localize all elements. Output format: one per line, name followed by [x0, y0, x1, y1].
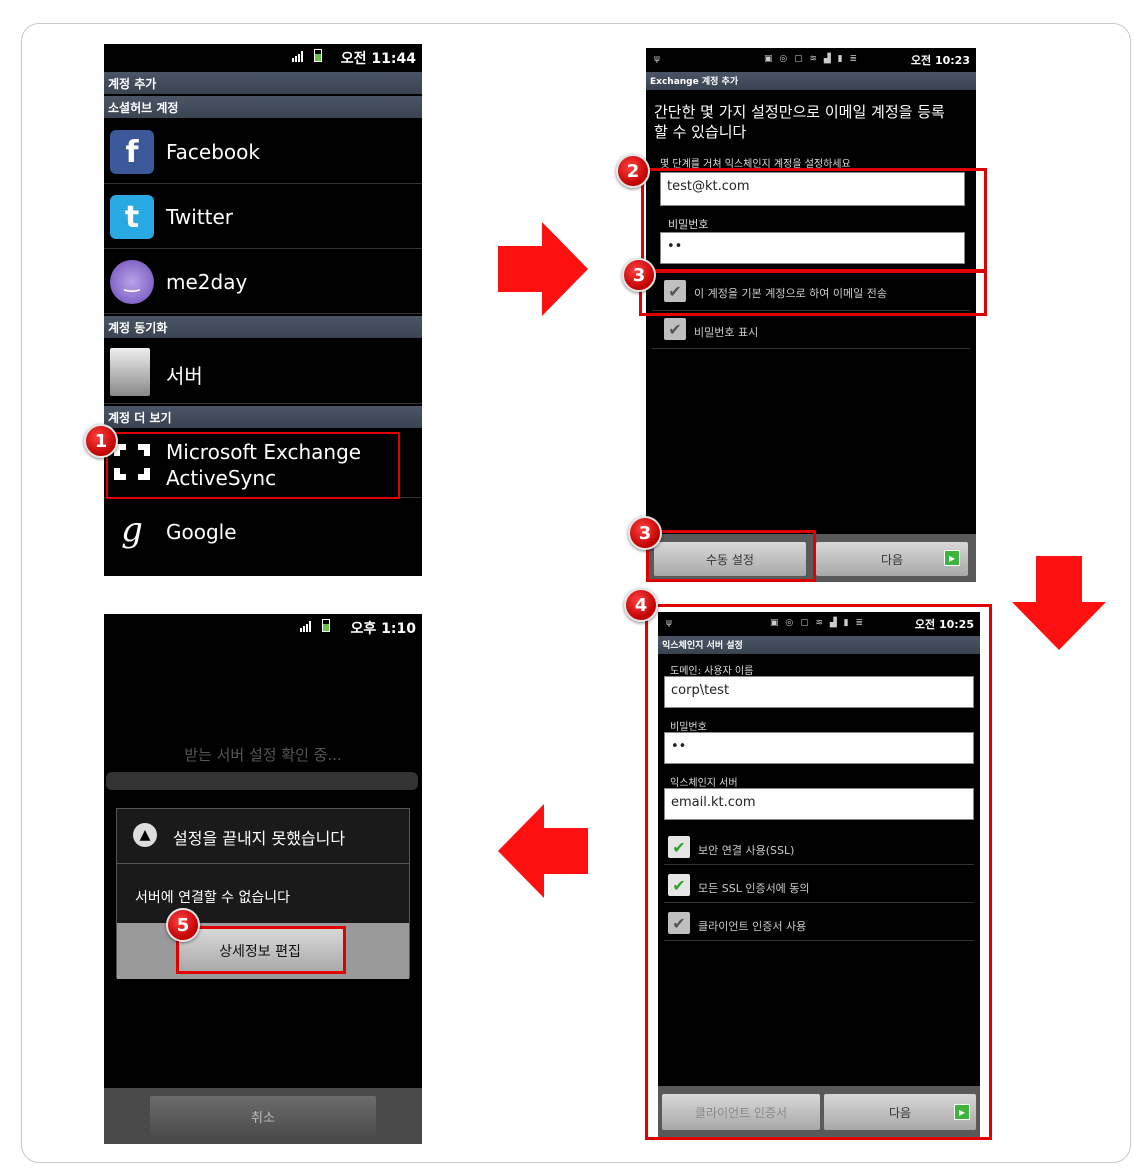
item-label: Google [166, 520, 237, 544]
highlight-default-account [639, 270, 987, 316]
item-label: 서버 [166, 364, 203, 388]
battery-icon [322, 619, 330, 632]
step-badge-3: 3 [622, 258, 656, 292]
list-item-server[interactable]: 서버 [104, 340, 422, 404]
step-badge-5: 5 [166, 908, 200, 942]
notification-icons: ψ [654, 54, 662, 64]
next-arrow-icon: ▸ [944, 550, 960, 566]
divider [652, 348, 970, 349]
twitter-icon: t [110, 195, 154, 239]
facebook-icon: f [110, 130, 154, 174]
item-label: Twitter [166, 205, 234, 229]
status-icons: ▣ ◎ ▢ ≋ ▟ ▮ ≣ [764, 54, 859, 64]
show-password-checkbox[interactable]: ✔ [664, 318, 686, 340]
list-item-google[interactable]: g Google [104, 500, 422, 564]
step-badge-2: 2 [616, 154, 650, 188]
highlight-exchange [106, 432, 400, 499]
list-item-twitter[interactable]: t Twitter [104, 185, 422, 249]
screen-setup-error: 오후 1:10 받는 서버 설정 확인 중... ▲ 설정을 끝내지 못했습니다… [104, 614, 422, 1144]
screen-header: 계정 추가 [104, 72, 422, 94]
item-label: me2day [166, 270, 248, 294]
arrow-down-icon [1012, 556, 1106, 650]
item-label: Facebook [166, 140, 260, 164]
next-label: 다음 [880, 552, 904, 567]
button-bar: 취소 [104, 1088, 422, 1144]
highlight-server-settings [645, 604, 992, 1140]
section-sync: 계정 동기화 [104, 316, 422, 338]
server-icon [110, 348, 150, 396]
dialog-divider [117, 863, 409, 864]
list-item-facebook[interactable]: f Facebook [104, 120, 422, 184]
status-bar: 오전 11:44 [104, 44, 422, 68]
dialog-title: 설정을 끝내지 못했습니다 [173, 829, 346, 848]
list-item-me2day[interactable]: ‿ me2day [104, 250, 422, 314]
signal-icon [300, 621, 314, 632]
status-bar: ψ ▣ ◎ ▢ ≋ ▟ ▮ ≣ 오전 10:23 [646, 48, 976, 72]
checking-text: 받는 서버 설정 확인 중... [184, 746, 342, 764]
status-bar: 오후 1:10 [104, 614, 422, 638]
highlight-credentials [641, 168, 987, 272]
progress-bar [106, 772, 418, 790]
show-password-label: 비밀번호 표시 [694, 326, 759, 339]
status-time: 오후 1:10 [350, 621, 416, 637]
arrow-right-icon [498, 222, 588, 316]
me2day-icon: ‿ [110, 260, 154, 304]
signal-icon [292, 51, 306, 62]
highlight-edit-details [176, 926, 346, 974]
step-badge-4: 4 [624, 588, 658, 622]
screen-header: Exchange 계정 추가 [646, 72, 976, 90]
section-social: 소셜허브 계정 [104, 96, 422, 118]
highlight-manual-setup [646, 530, 816, 582]
warning-icon: ▲ [133, 823, 157, 847]
status-time: 오전 11:44 [340, 51, 416, 67]
google-icon: g [121, 510, 143, 550]
cancel-button[interactable]: 취소 [150, 1096, 376, 1136]
step-badge-1: 1 [84, 424, 118, 458]
step-badge-3b: 3 [628, 516, 662, 550]
status-time: 오전 10:23 [910, 54, 970, 67]
battery-icon [314, 49, 322, 62]
cancel-label: 취소 [251, 1110, 275, 1126]
arrow-left-icon [498, 804, 588, 898]
intro-text: 간단한 몇 가지 설정만으로 이메일 계정을 등록할 수 있습니다 [654, 103, 945, 141]
section-more: 계정 더 보기 [104, 406, 422, 428]
dialog-message: 서버에 연결할 수 없습니다 [135, 890, 291, 906]
